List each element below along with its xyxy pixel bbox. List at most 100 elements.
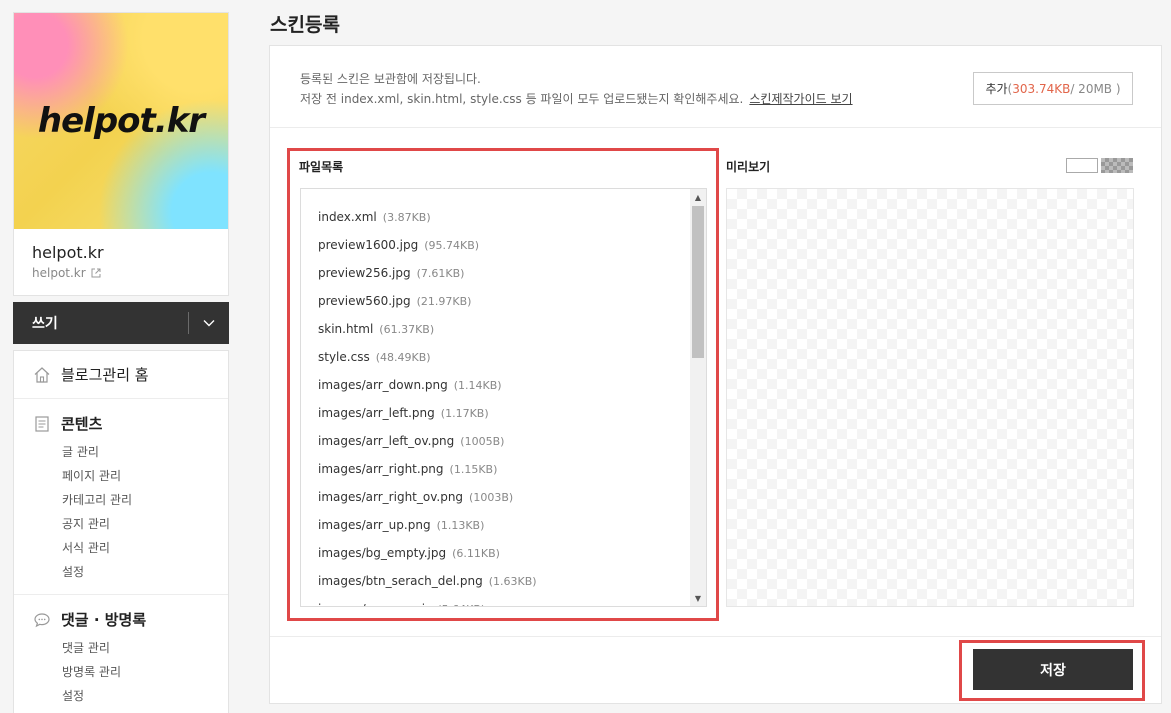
blog-name[interactable]: helpot.kr xyxy=(32,243,210,262)
file-size: (1.63KB) xyxy=(488,575,537,588)
add-files-button[interactable]: 추가 ( 303.74KB / 20MB ) xyxy=(973,72,1133,105)
file-list-item[interactable]: images/arr_up.png (1.13KB) xyxy=(318,511,706,539)
menu-head-contents-label: 콘텐츠 xyxy=(61,415,103,433)
add-button-label: 추가 xyxy=(985,82,1008,96)
file-size: (21.97KB) xyxy=(416,295,472,308)
menu-section-comments: 댓글 · 방명록 댓글 관리 방명록 관리 설정 xyxy=(14,595,228,713)
file-list-item[interactable]: skin.html (61.37KB) xyxy=(318,315,706,343)
file-list-item[interactable]: images/btn_serach_del.png (1.63KB) xyxy=(318,567,706,595)
sidebar: helpot.kr helpot.kr helpot.kr 쓰기 블로그관리 홈… xyxy=(13,12,229,713)
submenu-post-manage[interactable]: 글 관리 xyxy=(62,440,209,464)
chevron-down-icon xyxy=(203,320,215,327)
file-name: images/arr_left_ov.png xyxy=(318,434,455,448)
file-name: style.css xyxy=(318,350,370,364)
file-size: (48.49KB) xyxy=(375,351,431,364)
submenu-page-manage[interactable]: 페이지 관리 xyxy=(62,464,209,488)
file-size: (95.74KB) xyxy=(424,239,480,252)
file-size: (6.11KB) xyxy=(452,547,500,560)
page-title: 스킨등록 xyxy=(270,14,340,36)
transparent-background-button[interactable] xyxy=(1101,158,1133,173)
file-list-item[interactable]: preview256.jpg (7.61KB) xyxy=(318,259,706,287)
file-list-scrollbar[interactable]: ▲ ▼ xyxy=(690,189,706,606)
blog-thumbnail[interactable]: helpot.kr xyxy=(14,13,228,229)
info-line-2: 저장 전 index.xml, skin.html, style.css 등 파… xyxy=(300,89,853,109)
scroll-down-arrow-icon[interactable]: ▼ xyxy=(690,590,706,606)
file-name: images/arr_right.png xyxy=(318,462,444,476)
info-text: 등록된 스킨은 보관함에 저장됩니다. 저장 전 index.xml, skin… xyxy=(300,69,853,109)
file-name: images/common.js xyxy=(318,602,431,606)
file-list-item[interactable]: images/arr_down.png (1.14KB) xyxy=(318,371,706,399)
file-size: (5.64KB) xyxy=(437,603,485,606)
preview-label: 미리보기 xyxy=(726,160,771,174)
file-list-item[interactable]: preview1600.jpg (95.74KB) xyxy=(318,231,706,259)
file-list-item[interactable]: images/arr_left_ov.png (1005B) xyxy=(318,427,706,455)
save-button[interactable]: 저장 xyxy=(973,649,1133,690)
thumbnail-logo-text: helpot.kr xyxy=(37,101,205,141)
write-button[interactable]: 쓰기 xyxy=(13,313,188,333)
blog-url-link[interactable]: helpot.kr xyxy=(32,266,210,280)
submenu-guestbook-manage[interactable]: 방명록 관리 xyxy=(62,660,209,684)
file-name: preview1600.jpg xyxy=(318,238,419,252)
document-icon xyxy=(35,415,49,432)
menu-item-blog-home-label: 블로그관리 홈 xyxy=(61,366,149,384)
menu-head-comments[interactable]: 댓글 · 방명록 xyxy=(33,609,209,630)
submenu-category-manage[interactable]: 카테고리 관리 xyxy=(62,488,209,512)
file-list-item[interactable]: index.xml (3.87KB) xyxy=(318,203,706,231)
write-dropdown-toggle[interactable] xyxy=(189,302,229,344)
file-list-item[interactable]: images/arr_right.png (1.15KB) xyxy=(318,455,706,483)
blog-url-text: helpot.kr xyxy=(32,266,86,280)
info-row: 등록된 스킨은 보관함에 저장됩니다. 저장 전 index.xml, skin… xyxy=(270,46,1161,128)
file-size: (1005B) xyxy=(460,435,505,448)
info-line-2-text: 저장 전 index.xml, skin.html, style.css 등 파… xyxy=(300,92,744,106)
preview-area xyxy=(726,188,1134,607)
file-size: (1.13KB) xyxy=(436,519,485,532)
menu-head-comments-label: 댓글 · 방명록 xyxy=(61,611,147,629)
file-size: (7.61KB) xyxy=(416,267,465,280)
submenu-comments-settings[interactable]: 설정 xyxy=(62,684,209,708)
file-list-item[interactable]: images/bg_empty.jpg (6.11KB) xyxy=(318,539,706,567)
file-size: (1.15KB) xyxy=(449,463,498,476)
file-name: images/arr_right_ov.png xyxy=(318,490,464,504)
external-link-icon xyxy=(91,268,101,278)
file-name: images/bg_empty.jpg xyxy=(318,546,447,560)
file-size: (61.37KB) xyxy=(379,323,435,336)
file-list-item[interactable]: images/common.js (5.64KB) xyxy=(318,595,706,606)
speech-bubble-icon xyxy=(34,612,50,627)
file-list-item[interactable]: images/arr_right_ov.png (1003B) xyxy=(318,483,706,511)
file-name: skin.html xyxy=(318,322,374,336)
white-background-button[interactable] xyxy=(1066,158,1098,173)
submenu-template-manage[interactable]: 서식 관리 xyxy=(62,536,209,560)
menu-item-blog-home[interactable]: 블로그관리 홈 xyxy=(14,351,228,399)
file-name: images/arr_up.png xyxy=(318,518,431,532)
menu-head-contents[interactable]: 콘텐츠 xyxy=(33,413,209,434)
used-size: 303.74KB xyxy=(1012,81,1071,96)
comments-submenu: 댓글 관리 방명록 관리 설정 xyxy=(62,636,209,708)
submenu-notice-manage[interactable]: 공지 관리 xyxy=(62,512,209,536)
file-list-item[interactable]: style.css (48.49KB) xyxy=(318,343,706,371)
skin-register-panel: 등록된 스킨은 보관함에 저장됩니다. 저장 전 index.xml, skin… xyxy=(269,45,1162,704)
admin-menu: 블로그관리 홈 콘텐츠 글 관리 페이지 관리 카테고리 관리 공지 관리 서식… xyxy=(13,350,229,713)
scroll-thumb[interactable] xyxy=(692,206,704,358)
file-name: preview256.jpg xyxy=(318,266,411,280)
skin-guide-link[interactable]: 스킨제작가이드 보기 xyxy=(749,92,852,106)
contents-submenu: 글 관리 페이지 관리 카테고리 관리 공지 관리 서식 관리 설정 xyxy=(62,440,209,584)
file-name: images/btn_serach_del.png xyxy=(318,574,483,588)
file-list-item[interactable]: images/arr_left.png (1.17KB) xyxy=(318,399,706,427)
write-bar: 쓰기 xyxy=(13,302,229,344)
preview-background-toggle xyxy=(1066,158,1133,173)
scroll-up-arrow-icon[interactable]: ▲ xyxy=(690,189,706,205)
blog-profile-card: helpot.kr helpot.kr helpot.kr xyxy=(13,12,229,296)
file-list: index.xml (3.87KB) preview1600.jpg (95.74KB… xyxy=(301,189,706,606)
file-list-label: 파일목록 xyxy=(299,160,344,174)
submenu-contents-settings[interactable]: 설정 xyxy=(62,560,209,584)
file-name: images/arr_left.png xyxy=(318,406,435,420)
info-line-1: 등록된 스킨은 보관함에 저장됩니다. xyxy=(300,72,481,86)
file-list-box: index.xml (3.87KB) preview1600.jpg (95.74KB… xyxy=(300,188,707,607)
file-list-item[interactable]: preview560.jpg (21.97KB) xyxy=(318,287,706,315)
footer-row: 저장 xyxy=(270,636,1161,703)
file-name: images/arr_down.png xyxy=(318,378,448,392)
file-size: (1003B) xyxy=(469,491,514,504)
submenu-comment-manage[interactable]: 댓글 관리 xyxy=(62,636,209,660)
file-name: index.xml xyxy=(318,210,377,224)
total-size: / 20MB ) xyxy=(1070,81,1121,96)
